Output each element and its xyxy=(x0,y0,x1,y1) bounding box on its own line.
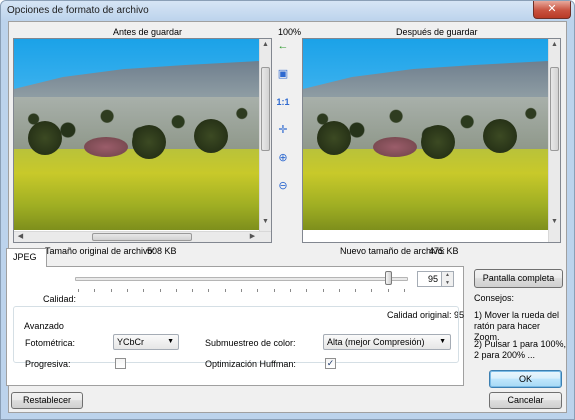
chevron-down-icon: ▼ xyxy=(167,338,174,345)
slider-tick xyxy=(355,289,357,292)
chevron-down-icon: ▼ xyxy=(439,338,446,345)
before-preview[interactable]: ▲ ▼ ◀ ▶ xyxy=(13,38,272,243)
sync-arrow-icon[interactable]: ← xyxy=(274,38,292,54)
slider-tick xyxy=(143,289,145,292)
cancel-button[interactable]: Cancelar xyxy=(489,392,562,409)
slider-tick xyxy=(289,289,291,292)
scroll-down-icon[interactable]: ▼ xyxy=(260,217,271,227)
slider-tick xyxy=(78,289,79,292)
slider-tick xyxy=(110,289,112,292)
progressive-checkbox[interactable] xyxy=(115,358,126,369)
after-photo xyxy=(303,39,548,230)
spin-down-icon[interactable]: ▼ xyxy=(442,278,453,288)
photometric-select[interactable]: YCbCr ▼ xyxy=(113,334,179,350)
dialog-window: Opciones de formato de archivo ✕ Antes d… xyxy=(0,0,575,420)
tab-jpeg[interactable]: JPEG xyxy=(6,248,47,267)
tip-2: 2) Pulsar 1 para 100%, 2 para 200% ... xyxy=(474,339,567,360)
original-size-value: 508 KB xyxy=(147,246,177,256)
scroll-right-icon[interactable]: ▶ xyxy=(247,232,258,242)
quality-slider-thumb[interactable] xyxy=(384,271,392,285)
close-button[interactable]: ✕ xyxy=(533,1,571,19)
reset-button[interactable]: Restablecer xyxy=(11,392,83,409)
slider-tick xyxy=(338,289,340,292)
quality-spin-buttons[interactable]: ▲ ▼ xyxy=(442,271,454,287)
zoom-out-icon[interactable]: ⊖ xyxy=(274,178,292,194)
scroll-left-icon[interactable]: ◀ xyxy=(15,232,26,242)
checkmark-icon: ✓ xyxy=(326,358,335,368)
slider-tick xyxy=(192,289,194,292)
actual-size-icon[interactable]: 1:1 xyxy=(274,94,292,110)
fullscreen-button[interactable]: Pantalla completa xyxy=(474,269,563,288)
huffman-label: Optimización Huffman: xyxy=(205,359,296,369)
center-icon[interactable]: ✛ xyxy=(274,122,292,138)
progressive-label: Progresiva: xyxy=(25,359,71,369)
zoom-level-label: 100% xyxy=(278,27,302,37)
before-vscroll-thumb[interactable] xyxy=(261,67,270,151)
scroll-up-icon[interactable]: ▲ xyxy=(260,40,271,50)
slider-tick xyxy=(126,289,128,292)
quality-slider-track[interactable] xyxy=(75,277,408,281)
slider-tick xyxy=(94,289,96,292)
before-photo xyxy=(14,39,259,230)
slider-tick xyxy=(224,289,226,292)
scroll-down-icon[interactable]: ▼ xyxy=(549,217,560,227)
subsampling-label: Submuestreo de color: xyxy=(205,338,296,348)
fit-window-icon[interactable]: ▣ xyxy=(274,66,292,82)
after-preview[interactable]: ▲ ▼ xyxy=(302,38,561,243)
tips-title: Consejos: xyxy=(474,293,515,303)
slider-tick xyxy=(371,289,373,292)
before-hscroll-thumb[interactable] xyxy=(92,233,192,241)
photometric-label: Fotométrica: xyxy=(25,338,76,348)
slider-tick xyxy=(387,289,389,292)
window-title: Opciones de formato de archivo xyxy=(7,5,149,16)
slider-tick xyxy=(322,289,324,292)
slider-tick xyxy=(273,289,275,292)
title-bar[interactable]: Opciones de formato de archivo ✕ xyxy=(1,1,574,21)
slider-tick xyxy=(175,289,177,292)
slider-tick xyxy=(404,289,405,292)
slider-tick xyxy=(306,289,308,292)
zoom-in-icon[interactable]: ⊕ xyxy=(274,150,292,166)
new-size-value: 475 KB xyxy=(429,246,459,256)
before-horizontal-scrollbar[interactable]: ◀ ▶ xyxy=(14,231,271,242)
slider-tick xyxy=(257,289,259,292)
slider-tick xyxy=(159,289,161,292)
after-save-label: Después de guardar xyxy=(396,27,478,37)
scroll-up-icon[interactable]: ▲ xyxy=(549,40,560,50)
ok-button[interactable]: OK xyxy=(489,370,562,388)
slider-tick xyxy=(241,289,242,292)
quality-input[interactable]: 95 xyxy=(417,271,442,287)
before-vertical-scrollbar[interactable]: ▲ ▼ xyxy=(259,39,271,242)
subsampling-select[interactable]: Alta (mejor Compresión) ▼ xyxy=(323,334,451,350)
original-size-label: Tamaño original de archivo: xyxy=(45,246,156,256)
after-vscroll-thumb[interactable] xyxy=(550,67,559,151)
huffman-checkbox[interactable]: ✓ xyxy=(325,358,336,369)
subsampling-value: Alta (mejor Compresión) xyxy=(327,337,425,347)
quality-label: Calidad: xyxy=(43,294,77,304)
before-save-label: Antes de guardar xyxy=(113,27,183,37)
photometric-value: YCbCr xyxy=(117,337,145,347)
slider-tick xyxy=(208,289,210,292)
after-vertical-scrollbar[interactable]: ▲ ▼ xyxy=(548,39,560,242)
advanced-legend: Avanzado xyxy=(22,321,66,331)
